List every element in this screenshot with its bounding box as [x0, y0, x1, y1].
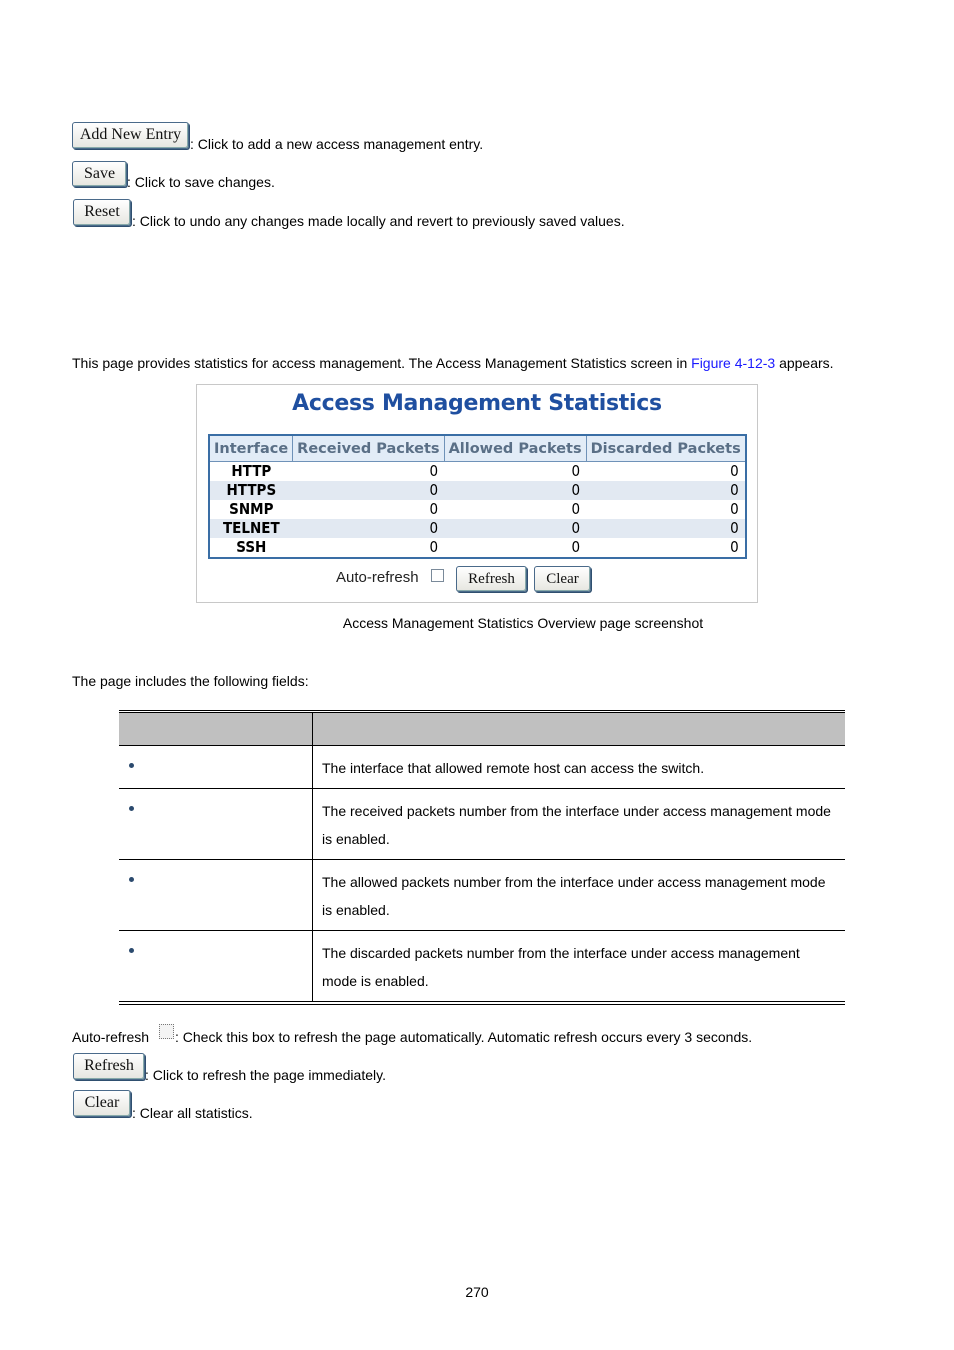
- object-cell: [119, 859, 313, 931]
- interface-cell: SSH: [236, 538, 267, 556]
- received-cell: 0: [429, 538, 439, 556]
- page-number: 270: [465, 1284, 489, 1300]
- object-cell: [119, 745, 313, 789]
- table-row: SSH 0 0 0: [209, 538, 746, 558]
- clear-doc-button[interactable]: Clear: [73, 1090, 131, 1117]
- discarded-cell: 0: [586, 481, 746, 500]
- table-row: HTTPS 0 0 0: [209, 481, 746, 500]
- save-button[interactable]: Save: [72, 161, 127, 187]
- discarded-cell: 0: [730, 500, 739, 518]
- intro-text-end: appears.: [775, 355, 834, 371]
- discarded-cell: 0: [586, 519, 746, 538]
- allowed-cell: 0: [571, 500, 581, 518]
- panel-title: Access Management Statistics: [292, 391, 662, 416]
- column-header-discarded: Discarded Packets: [585, 434, 747, 462]
- statistics-header-row: Interface Received Packets Allowed Packe…: [208, 434, 747, 462]
- table-row: HTTP 0 0 0: [209, 462, 746, 482]
- statistics-table: Interface Received Packets Allowed Packe…: [208, 434, 747, 559]
- bullet-icon: [129, 762, 134, 768]
- auto-refresh-doc-checkbox[interactable]: [159, 1024, 174, 1039]
- interface-cell: TELNET: [209, 519, 293, 538]
- interface-cell: SNMP: [229, 500, 274, 518]
- object-cell: [119, 788, 313, 860]
- interface-cell: HTTP: [231, 462, 272, 480]
- table-row: The interface that allowed remote host c…: [119, 745, 845, 789]
- save-description: : Click to save changes.: [127, 174, 275, 190]
- reset-button[interactable]: Reset: [73, 199, 131, 226]
- refresh-doc-description: : Click to refresh the page immediately.: [145, 1067, 386, 1083]
- fields-intro: The page includes the following fields:: [72, 673, 309, 689]
- allowed-cell: 0: [444, 519, 587, 538]
- allowed-cell: 0: [571, 462, 581, 480]
- table-row: SNMP 0 0 0: [209, 500, 746, 519]
- table-row: The discarded packets number from the in…: [119, 930, 845, 1005]
- bullet-icon: [129, 805, 134, 811]
- auto-refresh-doc-label: Auto-refresh: [72, 1029, 150, 1045]
- auto-refresh-checkbox[interactable]: [431, 569, 444, 582]
- refresh-doc-button[interactable]: Refresh: [73, 1053, 145, 1080]
- fields-header-row: [119, 710, 845, 746]
- figure-caption: Access Management Statistics Overview pa…: [342, 615, 704, 631]
- auto-refresh-label: Auto-refresh: [336, 569, 419, 586]
- received-cell: 0: [429, 500, 439, 518]
- allowed-cell: 0: [571, 538, 581, 556]
- column-header-received: Received Packets: [292, 434, 445, 462]
- column-header-allowed: Allowed Packets: [443, 434, 587, 462]
- clear-button[interactable]: Clear: [534, 566, 591, 592]
- allowed-cell: 0: [444, 481, 587, 500]
- statistics-screenshot: Access Management Statistics Interface R…: [196, 384, 758, 603]
- table-row: The allowed packets number from the inte…: [119, 859, 845, 931]
- clear-doc-description: : Clear all statistics.: [132, 1105, 253, 1121]
- description-cell: The received packets number from the int…: [312, 788, 845, 860]
- table-row: The received packets number from the int…: [119, 788, 845, 860]
- description-cell: The interface that allowed remote host c…: [312, 745, 845, 789]
- interface-cell: HTTPS: [209, 481, 293, 500]
- column-header-interface: Interface: [208, 434, 294, 462]
- figure-link[interactable]: Figure 4-12-3: [691, 355, 775, 371]
- refresh-button[interactable]: Refresh: [456, 566, 527, 592]
- add-new-entry-description: : Click to add a new access management e…: [190, 136, 484, 152]
- auto-refresh-doc-description: : Check this box to refresh the page aut…: [175, 1029, 753, 1045]
- discarded-cell: 0: [730, 462, 739, 480]
- reset-description: : Click to undo any changes made locally…: [132, 213, 625, 229]
- intro-paragraph: This page provides statistics for access…: [72, 355, 834, 371]
- discarded-cell: 0: [730, 538, 739, 556]
- object-cell: [119, 930, 313, 1005]
- fields-table: The interface that allowed remote host c…: [119, 710, 845, 1005]
- description-cell: The discarded packets number from the in…: [312, 930, 845, 1005]
- received-cell: 0: [292, 481, 445, 500]
- received-cell: 0: [429, 462, 439, 480]
- intro-text: This page provides statistics for access…: [72, 355, 692, 371]
- description-cell: The allowed packets number from the inte…: [312, 859, 845, 931]
- table-row: TELNET 0 0 0: [209, 519, 746, 538]
- bullet-icon: [129, 876, 134, 882]
- add-new-entry-button[interactable]: Add New Entry: [72, 122, 189, 149]
- object-header: [119, 710, 313, 746]
- bullet-icon: [129, 947, 134, 953]
- received-cell: 0: [292, 519, 445, 538]
- description-header: [312, 710, 845, 746]
